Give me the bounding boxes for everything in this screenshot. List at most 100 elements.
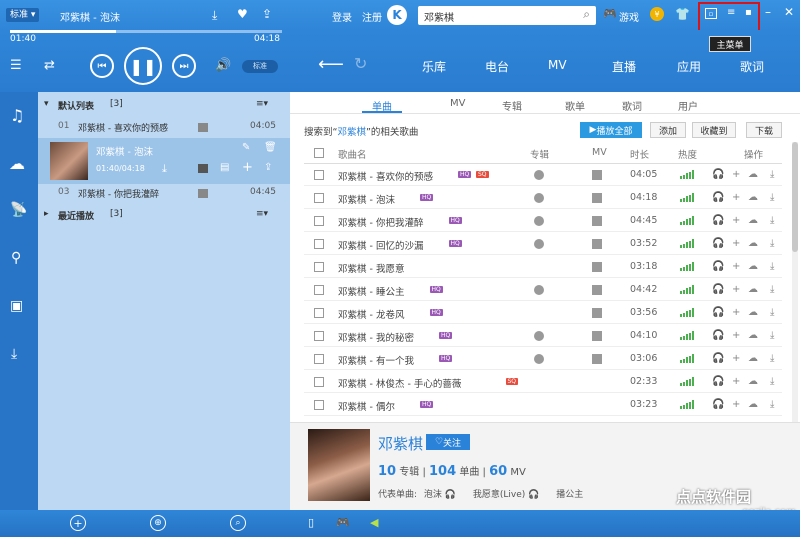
tab-lyrics[interactable]: 歌词 <box>740 58 764 75</box>
subtab-playlists[interactable]: 歌单 <box>565 98 585 113</box>
download-icon[interactable]: ⤓ <box>162 162 167 176</box>
row-checkbox[interactable] <box>314 285 324 295</box>
tab-library[interactable]: 乐库 <box>422 58 446 75</box>
add-icon[interactable]: + <box>732 169 740 180</box>
tab-radio[interactable]: 电台 <box>485 58 509 75</box>
song-title[interactable]: 邓紫棋 - 有一个我 <box>338 353 414 367</box>
download-icon[interactable]: ⤓ <box>770 353 774 364</box>
table-row[interactable]: 邓紫棋 - 喜欢你的预感 HQ SQ 04:05 🎧 + ☁ ⤓ <box>304 164 782 186</box>
lyrics-icon[interactable]: ▤ <box>220 162 229 173</box>
cloud-icon[interactable]: ☁ <box>748 261 758 272</box>
song-title[interactable]: 邓紫棋 - 回忆的沙漏 <box>338 238 423 252</box>
add-icon[interactable]: + <box>732 307 740 318</box>
progress-track[interactable] <box>10 30 282 33</box>
cloud-icon[interactable]: ☁ <box>748 399 758 410</box>
row-checkbox[interactable] <box>314 331 324 341</box>
arrow-icon[interactable]: ◀ <box>370 516 378 529</box>
song-title[interactable]: 邓紫棋 - 喜欢你的预感 <box>338 169 433 183</box>
listen-icon[interactable]: 🎧 <box>712 261 724 272</box>
download-icon[interactable]: ⤓ <box>770 399 774 410</box>
playlist-mode-icon[interactable]: ☰ <box>10 58 22 73</box>
cloud-icon[interactable]: ☁ <box>748 307 758 318</box>
download-icon[interactable]: ⤓ <box>770 284 774 295</box>
add-icon[interactable]: + <box>732 284 740 295</box>
table-row[interactable]: 邓紫棋 - 我愿意 03:18 🎧 + ☁ ⤓ <box>304 256 782 278</box>
login-link[interactable]: 登录 <box>332 9 352 24</box>
tab-mv[interactable]: MV <box>548 58 567 72</box>
song-title[interactable]: 邓紫棋 - 泡沫 <box>338 192 395 206</box>
table-row[interactable]: 邓紫棋 - 泡沫 HQ 04:18 🎧 + ☁ ⤓ <box>304 187 782 209</box>
table-row[interactable]: 邓紫棋 - 回忆的沙漏 HQ 03:52 🎧 + ☁ ⤓ <box>304 233 782 255</box>
location-icon[interactable]: ⚲ <box>11 250 21 266</box>
cloud-icon[interactable]: ☁ <box>748 192 758 203</box>
song-title[interactable]: 邓紫棋 - 偶尔 <box>338 399 395 413</box>
download-icon[interactable]: ⤓ <box>770 261 774 272</box>
listen-icon[interactable]: 🎧 <box>712 399 724 410</box>
add-icon[interactable]: + <box>732 330 740 341</box>
listen-icon[interactable]: 🎧 <box>712 376 724 387</box>
song-title[interactable]: 邓紫棋 - 我愿意 <box>338 261 404 275</box>
listen-icon[interactable]: 🎧 <box>712 330 724 341</box>
playlist-group-recent[interactable]: ▸ 最近播放 [3] ≡▾ <box>38 204 290 226</box>
row-checkbox[interactable] <box>314 400 324 410</box>
mv-icon[interactable] <box>592 170 602 180</box>
play-pause-button[interactable]: ❚❚ <box>124 47 162 85</box>
table-row[interactable]: 邓紫棋 - 偶尔 HQ 03:23 🎧 + ☁ ⤓ <box>304 394 782 416</box>
search-box[interactable]: 邓紫棋 ⌕ <box>418 6 596 25</box>
mv-icon[interactable] <box>592 262 602 272</box>
add-icon[interactable]: + <box>732 192 740 203</box>
playlist-item[interactable]: 03 邓紫棋 - 你把我灌醉 04:45 <box>38 182 290 204</box>
back-arrow-icon[interactable]: ⟵ <box>318 54 344 75</box>
play-all-button[interactable]: ▶ 播放全部 <box>580 122 642 138</box>
cloud-icon[interactable]: ☁ <box>748 169 758 180</box>
download-button[interactable]: 下载 <box>746 122 782 138</box>
download-manager-icon[interactable]: ⤓ <box>11 346 17 362</box>
subtab-albums[interactable]: 专辑 <box>502 98 522 113</box>
playlist-group-default[interactable]: ▾ 默认列表 [3] ≡▾ <box>38 94 290 116</box>
add-icon[interactable]: + <box>732 399 740 410</box>
share-icon[interactable]: ⇪ <box>264 162 272 173</box>
row-checkbox[interactable] <box>314 193 324 203</box>
shirt-icon[interactable]: 👕 <box>675 7 690 21</box>
cloud-icon[interactable]: ☁ <box>748 215 758 226</box>
coin-icon[interactable]: ¥ <box>650 7 664 21</box>
share-icon[interactable]: ⇪ <box>262 7 272 21</box>
row-checkbox[interactable] <box>314 262 324 272</box>
row-checkbox[interactable] <box>314 216 324 226</box>
song-title[interactable]: 邓紫棋 - 你把我灌醉 <box>338 215 423 229</box>
add-icon[interactable]: + <box>732 376 740 387</box>
download-icon[interactable]: ⤓ <box>770 330 774 341</box>
refresh-icon[interactable]: ↻ <box>354 54 367 73</box>
download-icon[interactable]: ⤓ <box>770 238 774 249</box>
album-icon[interactable] <box>534 354 544 364</box>
collect-button[interactable]: 收藏到 <box>692 122 736 138</box>
table-row[interactable]: 邓紫棋 - 龙卷风 HQ 03:56 🎧 + ☁ ⤓ <box>304 302 782 324</box>
song-title[interactable]: 邓紫棋 - 我的秘密 <box>338 330 414 344</box>
game-link[interactable]: 游戏 <box>619 9 639 24</box>
mode-select[interactable]: 标准 ▾ <box>6 8 40 22</box>
gamepad-icon[interactable]: 🎮 <box>603 7 617 20</box>
register-link[interactable]: 注册 <box>362 9 382 24</box>
group-menu-icon[interactable]: ≡▾ <box>256 99 268 109</box>
album-icon[interactable] <box>534 170 544 180</box>
subtab-users[interactable]: 用户 <box>678 98 698 113</box>
phone-icon[interactable]: ▯ <box>308 516 314 529</box>
scrollbar-thumb[interactable] <box>792 142 798 252</box>
playlist-item[interactable]: 01 邓紫棋 - 喜欢你的预感 04:05 <box>38 116 290 138</box>
cloud-icon[interactable]: ☁ <box>748 353 758 364</box>
song-title[interactable]: 邓紫棋 - 睡公主 <box>338 284 404 298</box>
table-row[interactable]: 邓紫棋 - 睡公主 HQ 04:42 🎧 + ☁ ⤓ <box>304 279 782 301</box>
search-icon[interactable]: ⌕ <box>583 7 590 22</box>
album-icon[interactable] <box>534 285 544 295</box>
mv-icon[interactable] <box>592 308 602 318</box>
row-checkbox[interactable] <box>314 354 324 364</box>
group-menu-icon[interactable]: ≡▾ <box>256 209 268 219</box>
mv-icon[interactable] <box>198 189 208 198</box>
download-icon[interactable]: ⤓ <box>770 169 774 180</box>
cloud-icon[interactable]: ☁ <box>9 154 25 173</box>
subtab-mv[interactable]: MV <box>450 98 465 109</box>
quality-toggle[interactable]: 标准 <box>242 60 278 73</box>
close-icon[interactable]: ✕ <box>784 5 794 19</box>
add-button[interactable]: 添加 <box>650 122 686 138</box>
cloud-icon[interactable]: ☁ <box>748 330 758 341</box>
